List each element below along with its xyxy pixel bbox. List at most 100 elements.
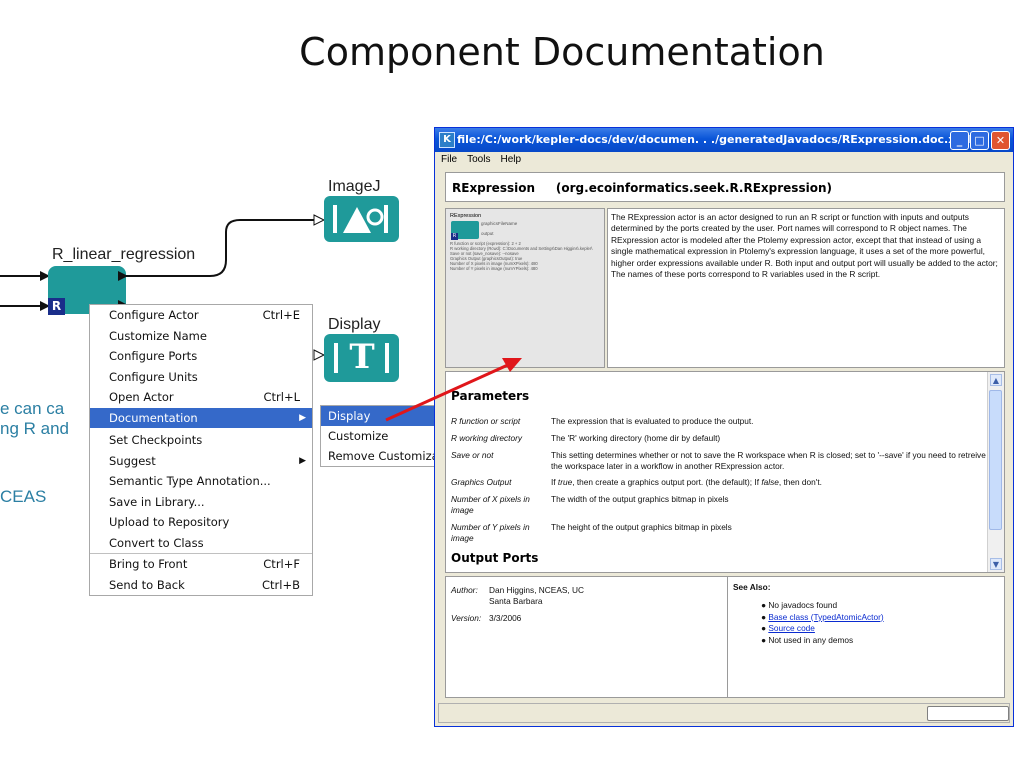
parameter-desc: If true, then create a graphics output p…: [551, 477, 991, 488]
parameter-name: Save or not: [451, 450, 494, 460]
menu-item-shortcut: Ctrl+F: [263, 557, 300, 571]
version-label: Version:: [451, 613, 482, 623]
menu-item-set-checkpoints[interactable]: Set Checkpoints: [90, 430, 312, 451]
actor-name: RExpression: [452, 181, 536, 195]
submenu-arrow-icon: ▶: [299, 412, 306, 423]
parameter-name: Number of Y pixels in image: [451, 522, 530, 543]
base-class-link[interactable]: Base class (TypedAtomicActor): [768, 612, 883, 622]
vertical-scrollbar[interactable]: ▲ ▼: [987, 372, 1004, 572]
canvas-text-line-3: CEAS: [0, 487, 47, 506]
parameter-desc: The 'R' working directory (home dir by d…: [551, 433, 721, 443]
annotation-arrow: [385, 358, 522, 422]
parameter-desc: This setting determines whether or not t…: [551, 450, 986, 471]
maximize-icon[interactable]: □: [970, 131, 989, 150]
parameter-name: Number of X pixels in image: [451, 494, 530, 515]
scroll-up-icon[interactable]: ▲: [990, 374, 1002, 386]
see-also-list: ● No javadocs found ● Base class (TypedA…: [761, 600, 884, 646]
window-menubar: File Tools Help: [435, 152, 1013, 168]
scrollbar-thumb[interactable]: [989, 390, 1002, 530]
menu-item-documentation[interactable]: Documentation ▶: [90, 407, 312, 428]
kepler-app-icon: K: [439, 132, 455, 148]
menu-item-label: Suggest: [109, 453, 156, 468]
menu-item-label: Semantic Type Annotation...: [109, 474, 271, 488]
actor-class: (org.ecoinformatics.seek.R.RExpression): [555, 181, 832, 195]
close-icon[interactable]: ✕: [991, 131, 1010, 150]
imagej-label: ImageJ: [328, 178, 381, 195]
menu-tools[interactable]: Tools: [467, 154, 490, 165]
menu-item-label: Open Actor: [109, 390, 174, 404]
menu-item-shortcut: Ctrl+E: [262, 308, 300, 322]
canvas-text-line-2: ng R and: [0, 419, 69, 438]
desc-text: , then don't.: [778, 477, 822, 487]
menu-item-save-in-library[interactable]: Save in Library...: [90, 492, 312, 513]
menu-item-label: Documentation: [109, 410, 198, 425]
parameter-desc: The width of the output graphics bitmap …: [551, 494, 729, 504]
minimize-icon[interactable]: _: [950, 131, 969, 150]
menu-item-label: Save in Library...: [109, 494, 205, 509]
menu-item-upload-to-repository[interactable]: Upload to Repository: [90, 512, 312, 533]
menu-help[interactable]: Help: [500, 154, 521, 165]
imagej-actor[interactable]: [324, 196, 399, 242]
actor-heading: RExpression (org.ecoinformatics.seek.R.R…: [452, 181, 832, 195]
desc-true: true: [557, 477, 573, 487]
menu-item-label: Configure Ports: [109, 349, 198, 363]
actor-header: RExpression (org.ecoinformatics.seek.R.R…: [445, 172, 1005, 202]
author-value: Dan Higgins, NCEAS, UC Santa Barbara: [489, 585, 584, 606]
menu-item-customize-name[interactable]: Customize Name: [90, 326, 312, 347]
thumb-badge: R: [451, 233, 458, 240]
thumb-title: RExpression: [450, 213, 482, 219]
menu-item-label: Bring to Front: [109, 557, 188, 571]
see-also-item: ● Source code: [761, 623, 815, 633]
see-also-text: Not used in any demos: [768, 634, 854, 645]
menu-item-label: Convert to Class: [109, 535, 204, 550]
see-also-item: ● No javadocs found: [761, 600, 838, 610]
thumb-line: Number of Y pixels in image (numYPixels)…: [450, 266, 538, 271]
output-ports-heading: Output Ports: [451, 551, 539, 565]
submenu-arrow-icon: ▶: [299, 455, 306, 466]
imagej-icon: [333, 205, 388, 233]
desc-text: , then create a graphics output port. (t…: [572, 477, 762, 487]
menu-item-shortcut: Ctrl+B: [262, 577, 300, 592]
window-titlebar[interactable]: K file:/C:/work/kepler-docs/dev/documen.…: [435, 128, 1013, 152]
menu-item-suggest[interactable]: Suggest ▶: [90, 451, 312, 472]
menu-item-configure-units[interactable]: Configure Units: [90, 367, 312, 388]
desc-false: false: [761, 477, 779, 487]
display-label: Display: [328, 316, 381, 333]
menu-item-send-to-back[interactable]: Send to Back Ctrl+B: [90, 575, 312, 596]
submenu-item-remove-customization[interactable]: Remove Customization: [321, 446, 439, 466]
parameter-name: Graphics Output: [451, 477, 512, 487]
menu-item-open-actor[interactable]: Open Actor Ctrl+L: [90, 387, 312, 408]
menu-item-shortcut: Ctrl+L: [263, 390, 300, 404]
actor-context-menu: Configure Actor Ctrl+E Customize Name Con…: [89, 304, 313, 596]
menu-item-bring-to-front[interactable]: Bring to Front Ctrl+F: [90, 553, 312, 575]
see-also-item: ● Not used in any demos: [761, 634, 854, 645]
menu-item-semantic-type-annotation[interactable]: Semantic Type Annotation...: [90, 471, 312, 492]
see-also-heading: See Also:: [733, 582, 771, 592]
source-code-link[interactable]: Source code: [768, 623, 815, 633]
menu-file[interactable]: File: [441, 154, 457, 165]
parameter-name: R working directory: [451, 433, 523, 443]
version-value: 3/3/2006: [489, 613, 522, 623]
see-also-item: ● Base class (TypedAtomicActor): [761, 611, 884, 622]
menu-item-configure-actor[interactable]: Configure Actor Ctrl+E: [90, 305, 312, 326]
menu-item-label: Customize Name: [109, 328, 207, 343]
see-also-panel: See Also: ● No javadocs found ● Base cla…: [727, 576, 1005, 698]
thumb-port-1: graphicsFileName: [481, 221, 518, 226]
menu-item-convert-to-class[interactable]: Convert to Class: [90, 533, 312, 554]
status-field: [927, 706, 1009, 721]
actor-description: The RExpression actor is an actor design…: [611, 212, 998, 280]
menu-item-label: Upload to Repository: [109, 515, 230, 529]
slide-title: Component Documentation: [299, 30, 825, 74]
menu-item-label: Set Checkpoints: [109, 433, 203, 447]
thumb-port-2: output: [481, 231, 494, 236]
display-bar-left: [334, 343, 338, 373]
desc-text: If: [551, 477, 558, 487]
author-panel: Author: Dan Higgins, NCEAS, UC Santa Bar…: [445, 576, 728, 698]
parameter-desc: The height of the output graphics bitmap…: [551, 522, 732, 532]
menu-item-configure-ports[interactable]: Configure Ports: [90, 346, 312, 367]
description-panel: The RExpression actor is an actor design…: [607, 208, 1005, 368]
status-bar: [438, 703, 1010, 723]
scroll-down-icon[interactable]: ▼: [990, 558, 1002, 570]
parameter-desc: The expression that is evaluated to prod…: [551, 416, 754, 426]
actor-r-label: R_linear_regression: [52, 246, 196, 263]
